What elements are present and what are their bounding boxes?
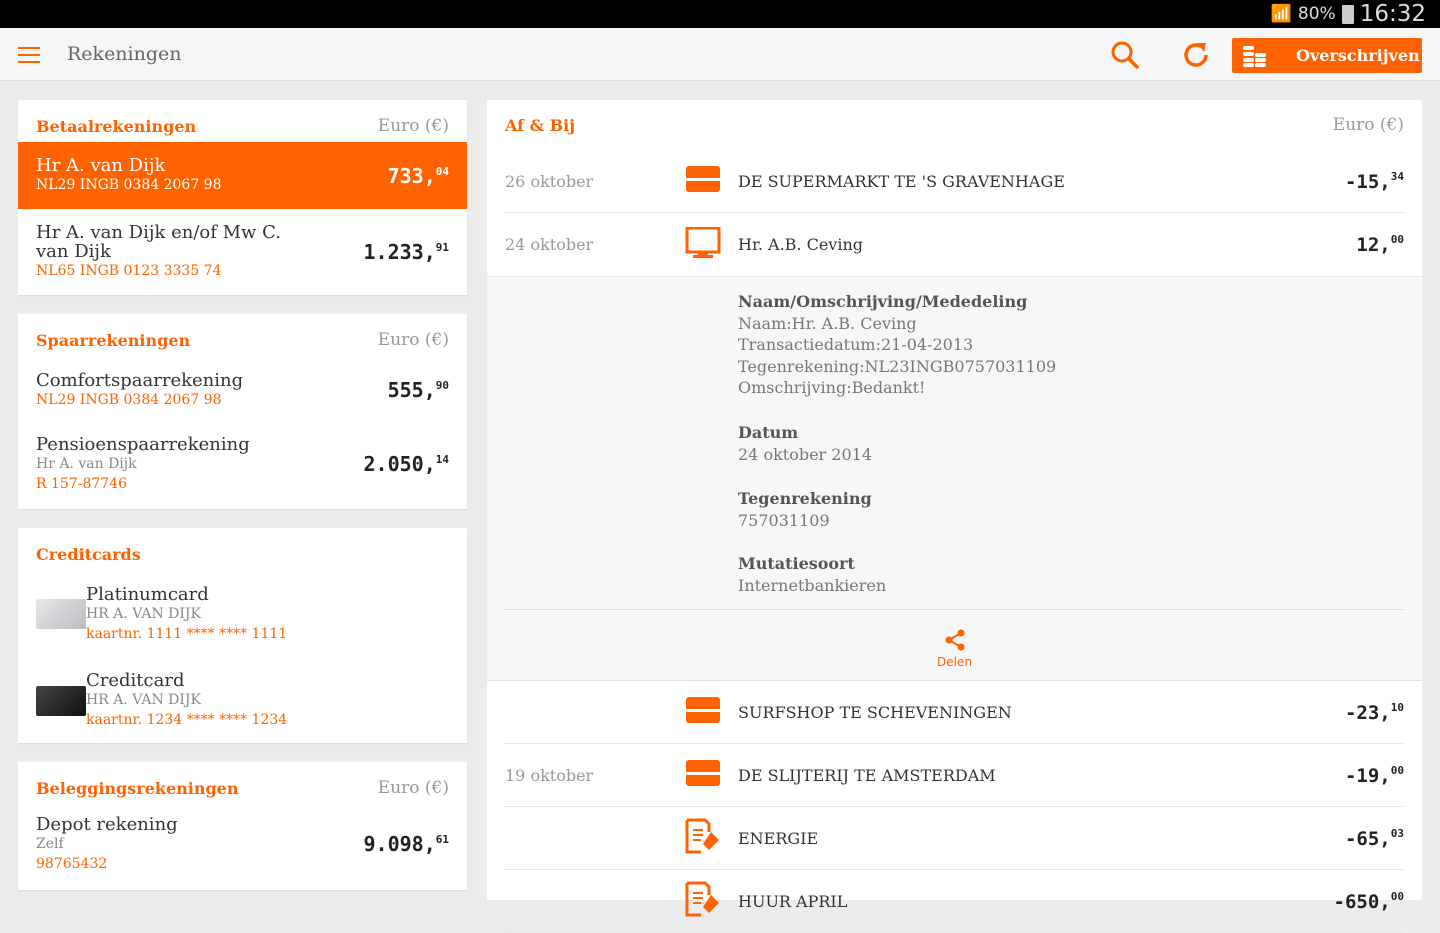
transaction-description: SURFSHOP TE SCHEVENINGEN (738, 702, 1012, 722)
account-balance: 9.098,61 (363, 832, 450, 856)
clock: 16:32 (1359, 1, 1426, 27)
creditcard-item[interactable]: Platinumcard HR A. VAN DIJK kaartnr. 1111 … (18, 570, 467, 658)
creditcard-image (36, 685, 86, 716)
account-iban: 98765432 (36, 855, 108, 872)
currency-label: Euro (€) (377, 778, 449, 798)
account-item[interactable]: Comfortspaarrekening NL29 INGB 0384 2067 … (18, 356, 467, 424)
share-icon (945, 629, 964, 651)
transactions-panel: Af & Bij Euro (€) 26 oktober DE SUPERMARK… (487, 100, 1422, 933)
transaction-description: HUUR APRIL (738, 891, 848, 911)
account-iban: NL29 INGB 0384 2067 98 (36, 177, 222, 193)
transaction-amount: -650,00 (1333, 889, 1404, 913)
transaction-row[interactable]: ENERGIE -65,03 (505, 807, 1404, 870)
section-title: Betaalrekeningen (36, 117, 197, 136)
creditcard-item[interactable]: Creditcard HR A. VAN DIJK kaartnr. 1234 **… (18, 658, 467, 743)
payment-accounts-card: Betaalrekeningen Euro (€) Hr A. van Dijk N… (18, 100, 467, 295)
battery-level: 80% (1297, 4, 1336, 24)
battery-icon (1341, 4, 1354, 24)
section-title: Af & Bij (505, 115, 575, 135)
transaction-row[interactable]: SURFSHOP TE SCHEVENINGEN -23,10 (505, 681, 1404, 744)
currency-label: Euro (€) (377, 330, 449, 350)
card-holder: HR A. VAN DIJK (86, 692, 202, 708)
currency-label: Euro (€) (1332, 115, 1404, 135)
transaction-amount: 12,00 (1356, 233, 1404, 256)
transaction-date: 19 oktober (505, 765, 594, 785)
account-balance: 2.050,14 (363, 452, 450, 476)
card-name: Platinumcard (86, 583, 209, 605)
transaction-row[interactable]: 26 oktober DE SUPERMARKT TE 'S GRAVENHAG… (505, 150, 1404, 213)
detail-counter-account: Tegenrekening 757031109 (738, 489, 872, 530)
section-title: Spaarrekeningen (36, 331, 191, 350)
platinum-card-image (36, 599, 86, 629)
account-iban: NL29 INGB 0384 2067 98 (36, 391, 222, 408)
section-title: Creditcards (36, 545, 141, 564)
transfer-button[interactable]: Overschrijven (1232, 38, 1422, 73)
transaction-date: 26 oktober (505, 171, 594, 191)
card-name: Creditcard (86, 670, 185, 691)
account-balance: 733,04 (387, 163, 449, 188)
account-name: Pensioenspaarrekening (36, 433, 250, 455)
page-title: Rekeningen (67, 43, 182, 65)
refresh-icon[interactable] (1182, 41, 1210, 69)
share-button[interactable]: Delen (505, 609, 1404, 682)
transaction-row[interactable]: HUUR APRIL -650,00 (505, 870, 1404, 933)
transaction-row[interactable]: 24 oktober Hr. A.B. Ceving 12,00 (505, 213, 1404, 276)
savings-accounts-card: Spaarrekeningen Euro (€) Comfortspaarreke… (18, 314, 467, 509)
transaction-amount: -65,03 (1344, 826, 1404, 850)
coins-icon (1243, 45, 1266, 67)
invoice-icon (685, 881, 738, 921)
currency-label: Euro (€) (377, 116, 449, 136)
app-bar: Rekeningen Overschrijven (0, 28, 1440, 81)
transaction-row[interactable]: 19 oktober DE SLIJTERIJ TE AMSTERDAM -19… (505, 744, 1404, 807)
account-holder: Zelf (36, 835, 64, 852)
search-icon[interactable] (1110, 40, 1140, 70)
card-icon (685, 696, 738, 728)
detail-mutation-type: Mutatiesoort Internetbankieren (738, 554, 887, 595)
transaction-detail: Naam/Omschrijving/Mededeling Naam:Hr. A.B… (487, 276, 1422, 681)
creditcards-card: Creditcards Platinumcard HR A. VAN DIJK ka… (18, 528, 467, 743)
account-item[interactable]: Hr A. van Dijk en/of Mw C. van Dijk NL65 … (18, 209, 467, 295)
account-iban: NL65 INGB 0123 3335 74 (36, 263, 222, 279)
account-name: Hr A. van Dijk en/of Mw C. van Dijk (36, 222, 282, 262)
wifi-icon: 📶 (1270, 4, 1292, 24)
transaction-description: DE SUPERMARKT TE 'S GRAVENHAGE (738, 171, 1065, 191)
status-bar: 📶 80% 16:32 (0, 0, 1440, 28)
account-item[interactable]: Depot rekening Zelf 98765432 9.098,61 (18, 804, 467, 884)
computer-icon (685, 226, 738, 263)
account-holder: Hr A. van Dijk (36, 455, 137, 472)
transaction-amount: -23,10 (1344, 700, 1404, 724)
account-iban: R 157-87746 (36, 475, 127, 492)
card-icon (685, 759, 738, 791)
card-number: kaartnr. 1234 **** **** 1234 (86, 712, 288, 728)
transaction-amount: -19,00 (1344, 763, 1404, 787)
account-name: Hr A. van Dijk (36, 155, 166, 176)
card-icon (685, 165, 738, 197)
card-number: kaartnr. 1111 **** **** 1111 (86, 625, 288, 642)
account-name: Comfortspaarrekening (36, 369, 244, 391)
investment-accounts-card: Beleggingsrekeningen Euro (€) Depot reken… (18, 762, 467, 890)
detail-date: Datum 24 oktober 2014 (738, 423, 872, 464)
section-title: Beleggingsrekeningen (36, 779, 239, 798)
account-balance: 1.233,91 (363, 240, 450, 264)
account-name: Depot rekening (36, 813, 178, 835)
account-item[interactable]: Pensioenspaarrekening Hr A. van Dijk R 157… (18, 424, 467, 504)
transaction-description: DE SLIJTERIJ TE AMSTERDAM (738, 765, 996, 785)
invoice-icon (685, 818, 738, 858)
transaction-amount: -15,34 (1344, 169, 1404, 193)
transaction-description: Hr. A.B. Ceving (738, 235, 863, 254)
transaction-date: 24 oktober (505, 235, 594, 254)
card-holder: HR A. VAN DIJK (86, 605, 202, 622)
menu-icon[interactable] (18, 47, 40, 63)
detail-description: Naam/Omschrijving/Mededeling Naam:Hr. A.B… (738, 292, 1057, 397)
account-item[interactable]: Hr A. van Dijk NL29 INGB 0384 2067 98 733… (18, 142, 467, 209)
transaction-description: ENERGIE (738, 828, 819, 848)
account-balance: 555,90 (387, 378, 449, 402)
